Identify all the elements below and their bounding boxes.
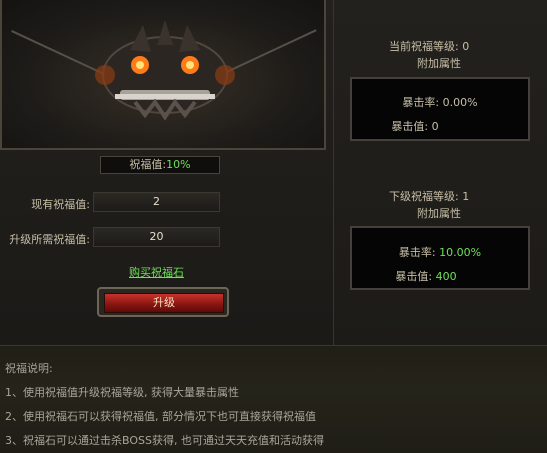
required-blessing-field: 20 bbox=[93, 227, 220, 247]
next-crit-value-value: 400 bbox=[435, 270, 457, 283]
blessing-panel: 祝福值:10% 现有祝福值: 2 升级所需祝福值: 20 购买祝福石 升级 bbox=[0, 0, 334, 345]
blessing-value-strip: 祝福值:10% bbox=[100, 156, 220, 174]
next-crit-rate: 暴击率: 10.00% bbox=[352, 244, 528, 260]
upgrade-button-frame: 升级 bbox=[97, 287, 229, 317]
buy-blessing-stone-link[interactable]: 购买祝福石 bbox=[129, 264, 184, 280]
current-level-label: 当前祝福等级: 0 bbox=[389, 40, 470, 53]
attribute-panel: 当前祝福等级: 0 附加属性 暴击率: 0.00% 暴击值: 0 下级祝福等级:… bbox=[334, 0, 547, 345]
next-attr-box: 暴击率: 10.00% 暴击值: 400 bbox=[350, 226, 530, 290]
next-crit-rate-value: 10.00% bbox=[439, 246, 482, 259]
next-crit-rate-label: 暴击率: bbox=[398, 246, 440, 259]
current-attr-title: 附加属性 bbox=[417, 57, 461, 70]
blessing-value-label: 祝福值: bbox=[129, 158, 167, 171]
next-crit-value-label: 暴击值: bbox=[395, 270, 436, 283]
current-crit-rate: 暴击率: 0.00% bbox=[402, 96, 478, 109]
upgrade-button[interactable]: 升级 bbox=[104, 293, 224, 313]
demon-skull-icon bbox=[95, 20, 235, 121]
current-blessing-label: 现有祝福值: bbox=[31, 198, 90, 211]
description-line-1: 1、使用祝福值升级祝福等级, 获得大量暴击属性 bbox=[5, 386, 239, 399]
description-line-2: 2、使用祝福石可以获得祝福值, 部分情况下也可直接获得祝福值 bbox=[5, 410, 316, 423]
current-attr-box: 暴击率: 0.00% 暴击值: 0 bbox=[350, 77, 530, 141]
description-title: 祝福说明: bbox=[5, 362, 53, 375]
current-crit-value: 暴击值: 0 bbox=[391, 120, 439, 133]
blessing-value-pct: 10% bbox=[166, 158, 191, 171]
next-attr-title: 附加属性 bbox=[417, 207, 461, 220]
next-level-label: 下级祝福等级: 1 bbox=[389, 190, 470, 203]
description-section: 祝福说明: 1、使用祝福值升级祝福等级, 获得大量暴击属性 2、使用祝福石可以获… bbox=[0, 345, 547, 453]
required-blessing-label: 升级所需祝福值: bbox=[9, 233, 90, 246]
current-blessing-field: 2 bbox=[93, 192, 220, 212]
portrait-frame bbox=[0, 0, 326, 150]
description-line-3: 3、祝福石可以通过击杀BOSS获得, 也可通过天天充值和活动获得 bbox=[5, 434, 324, 447]
next-crit-value: 暴击值: 400 bbox=[338, 268, 514, 284]
